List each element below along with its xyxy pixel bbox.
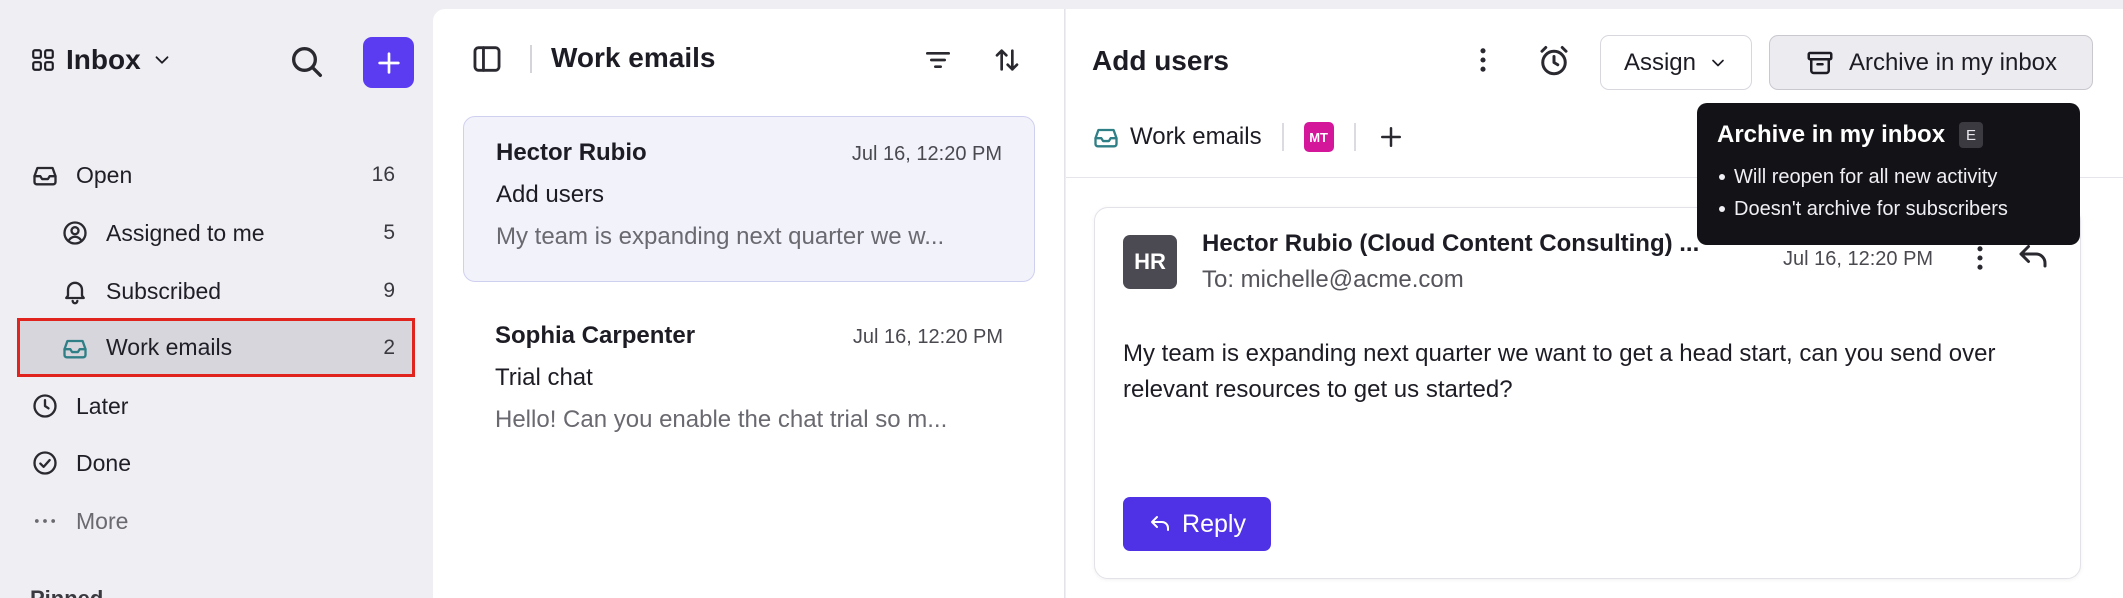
conversation-item-selected[interactable]: Hector Rubio Jul 16, 12:20 PM Add users … [463,116,1035,282]
sidebar-item-later[interactable]: Later [30,380,415,432]
bell-icon [60,276,90,306]
conversation-subject: Trial chat [495,364,593,391]
inbox-tray-icon [60,333,90,363]
divider [1353,123,1356,151]
sidebar-item-count: 2 [383,335,395,359]
kebab-menu-icon [1963,241,1997,275]
conversation-date: Jul 16, 12:20 PM [851,143,1002,165]
kebab-menu-icon [1466,43,1500,77]
sidebar-item-done[interactable]: Done [30,437,415,489]
add-tag-button[interactable] [1376,122,1406,152]
message-card: HR Hector Rubio (Cloud Content Consultin… [1094,207,2081,579]
search-button[interactable] [287,42,327,82]
divider [1281,123,1284,151]
sidebar-item-count: 5 [383,221,395,244]
sidebar: Inbox Open 16 Assigned to me 5 Subscribe… [0,0,433,598]
sidebar-item-more[interactable]: More [30,495,415,547]
message-recipient: To: michelle@acme.com [1202,266,1464,293]
sidebar-item-label: Work emails [106,334,233,360]
chevron-down-icon [151,49,173,71]
inbox-tag[interactable]: Work emails [1092,123,1262,151]
tooltip-bullet: Will reopen for all new activity [1717,161,2080,193]
sidebar-item-label: More [76,507,129,534]
message-body: My team is expanding next quarter we wan… [1123,340,1996,403]
archive-label: Archive in my inbox [1848,48,2058,76]
sidebar-item-label: Done [76,449,131,476]
sort-button[interactable] [991,44,1025,78]
archive-tooltip: Archive in my inbox E Will reopen for al… [1697,103,2080,245]
inbox-title: Inbox [66,44,141,75]
conversation-preview: Hello! Can you enable the chat trial so … [495,406,948,433]
inbox-switcher[interactable]: Inbox [30,44,173,76]
assign-label: Assign [1623,48,1697,76]
avatar: HR [1123,235,1177,289]
filter-icon [922,44,956,76]
toggle-sidebar-button[interactable] [470,42,504,76]
reply-arrow-icon [1148,512,1172,536]
tooltip-bullets: Will reopen for all new activity Doesn't… [1717,161,2080,225]
conversation-preview: My team is expanding next quarter we w..… [496,223,945,250]
alarm-clock-icon [1536,43,1572,79]
conversation-date: Jul 16, 12:20 PM [852,326,1003,348]
conversation-sender: Sophia Carpenter [495,322,696,349]
more-dots-icon [30,506,60,536]
inbox-tag-label: Work emails [1130,123,1262,150]
sidebar-item-count: 9 [383,279,395,302]
conversation-sender: Hector Rubio [496,139,647,166]
message-options-button[interactable] [1963,241,1997,275]
sidebar-item-label: Open [76,161,133,188]
inbox-tray-icon [30,160,60,190]
chevron-down-icon [1708,53,1728,73]
sidebar-section-heading: Pinned [30,586,103,598]
message-sender: Hector Rubio (Cloud Content Consulting) … [1202,230,1700,257]
list-title: Work emails [551,42,716,73]
sidebar-item-count: 16 [371,163,395,186]
clock-icon [30,391,60,421]
plus-icon [373,47,405,79]
conversation-detail-panel: Add users Assign Archive in my inbox Wor… [1066,9,2123,598]
archive-box-icon [1805,48,1835,78]
reply-label: Reply [1182,509,1246,538]
search-icon [287,42,327,82]
sort-arrows-icon [991,44,1025,76]
archive-button[interactable]: Archive in my inbox [1769,35,2093,90]
keyboard-shortcut: E [1959,122,1984,148]
sidebar-item-label: Subscribed [106,277,222,304]
tooltip-title: Archive in my inbox [1717,121,1946,148]
list-header: Work emails [433,9,1064,104]
conversation-item[interactable]: Sophia Carpenter Jul 16, 12:20 PM Trial … [463,300,1035,466]
reply-button[interactable]: Reply [1123,497,1271,551]
inbox-tray-icon [1092,123,1120,151]
conversation-subject: Add users [496,181,605,208]
compose-button[interactable] [363,37,414,88]
snooze-button[interactable] [1536,43,1572,79]
plus-icon [1376,122,1406,152]
sidebar-item-label: Assigned to me [106,219,265,246]
sidebar-item-label: Later [76,392,129,419]
sidebar-panel-icon [470,42,504,76]
sidebar-item-open[interactable]: Open 16 [30,149,415,201]
filter-button[interactable] [922,44,956,78]
tooltip-bullet: Doesn't archive for subscribers [1717,193,2080,225]
sidebar-item-work-emails[interactable]: Work emails 2 [17,318,415,377]
assign-button[interactable]: Assign [1600,35,1752,90]
more-options-button[interactable] [1466,43,1500,77]
check-circle-icon [30,448,60,478]
divider [530,45,532,73]
sidebar-item-subscribed[interactable]: Subscribed 9 [60,265,415,317]
conversation-list-panel: Work emails Hector Rubio Jul 16, 12:20 P… [433,9,1065,598]
sidebar-item-assigned-to-me[interactable]: Assigned to me 5 [60,207,415,259]
assignee-badge[interactable]: MT [1303,122,1334,152]
user-circle-icon [60,218,90,248]
conversation-title: Add users [1092,45,1229,76]
grid-icon [30,47,56,73]
conversation-tags: Work emails MT [1092,117,1406,157]
message-date: Jul 16, 12:20 PM [1783,248,1934,270]
